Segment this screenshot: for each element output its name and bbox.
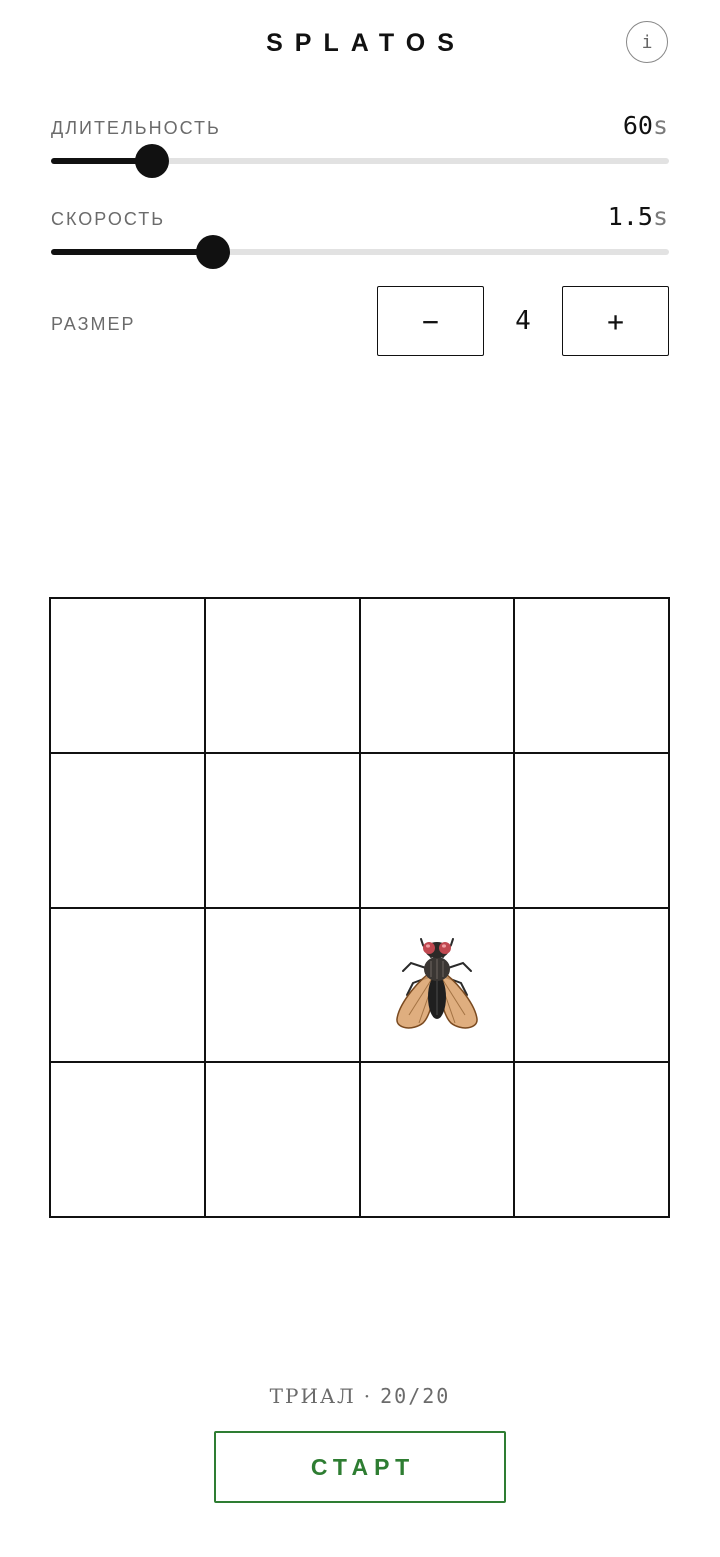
minus-icon: −: [422, 304, 439, 338]
speed-slider[interactable]: [51, 234, 669, 270]
speed-slider-fill: [51, 249, 213, 255]
info-button[interactable]: i: [626, 21, 668, 63]
trial-label: ТРИАЛ: [269, 1384, 356, 1408]
board-cell[interactable]: [205, 908, 361, 1064]
start-button[interactable]: СТАРТ: [214, 1431, 506, 1503]
trial-count: 20/20: [380, 1384, 451, 1408]
size-value: 4: [515, 306, 531, 336]
size-decrement-button[interactable]: −: [377, 286, 484, 356]
board-cell[interactable]: [51, 908, 206, 1064]
trial-separator: ·: [363, 1384, 373, 1408]
app-title: SPLATOS: [266, 29, 466, 57]
duration-slider[interactable]: [51, 143, 669, 179]
board-cell[interactable]: [360, 1063, 516, 1218]
game-board: [49, 597, 670, 1218]
board-cell[interactable]: [205, 1063, 361, 1218]
board-cell[interactable]: [515, 908, 670, 1064]
duration-slider-thumb[interactable]: [134, 144, 169, 178]
info-icon: i: [641, 31, 653, 53]
board-cell[interactable]: [360, 753, 516, 909]
board-cell[interactable]: [360, 599, 516, 754]
speed-unit: s: [652, 202, 668, 231]
size-increment-button[interactable]: +: [562, 286, 669, 356]
board-cell[interactable]: [51, 599, 206, 754]
speed-label: СКОРОСТЬ: [51, 209, 166, 229]
fly-icon: [396, 937, 478, 1029]
trial-status: ТРИАЛ · 20/20: [0, 1382, 720, 1410]
board-cell[interactable]: [515, 753, 670, 909]
duration-unit: s: [652, 111, 668, 140]
speed-slider-thumb[interactable]: [195, 235, 230, 269]
board-cell[interactable]: [205, 753, 361, 909]
board-cell[interactable]: [515, 599, 670, 754]
board-cell[interactable]: [51, 753, 206, 909]
duration-value: 60s: [623, 111, 668, 141]
board-cell[interactable]: [51, 1063, 206, 1218]
board-cell[interactable]: [205, 599, 361, 754]
board-cell[interactable]: [515, 1063, 670, 1218]
duration-number: 60: [622, 111, 653, 140]
plus-icon: +: [607, 304, 624, 338]
speed-number: 1.5: [607, 202, 653, 231]
size-label: РАЗМЕР: [51, 314, 136, 334]
board-cell[interactable]: [360, 908, 516, 1064]
speed-value: 1.5s: [608, 202, 668, 232]
duration-label: ДЛИТЕЛЬНОСТЬ: [51, 118, 221, 138]
